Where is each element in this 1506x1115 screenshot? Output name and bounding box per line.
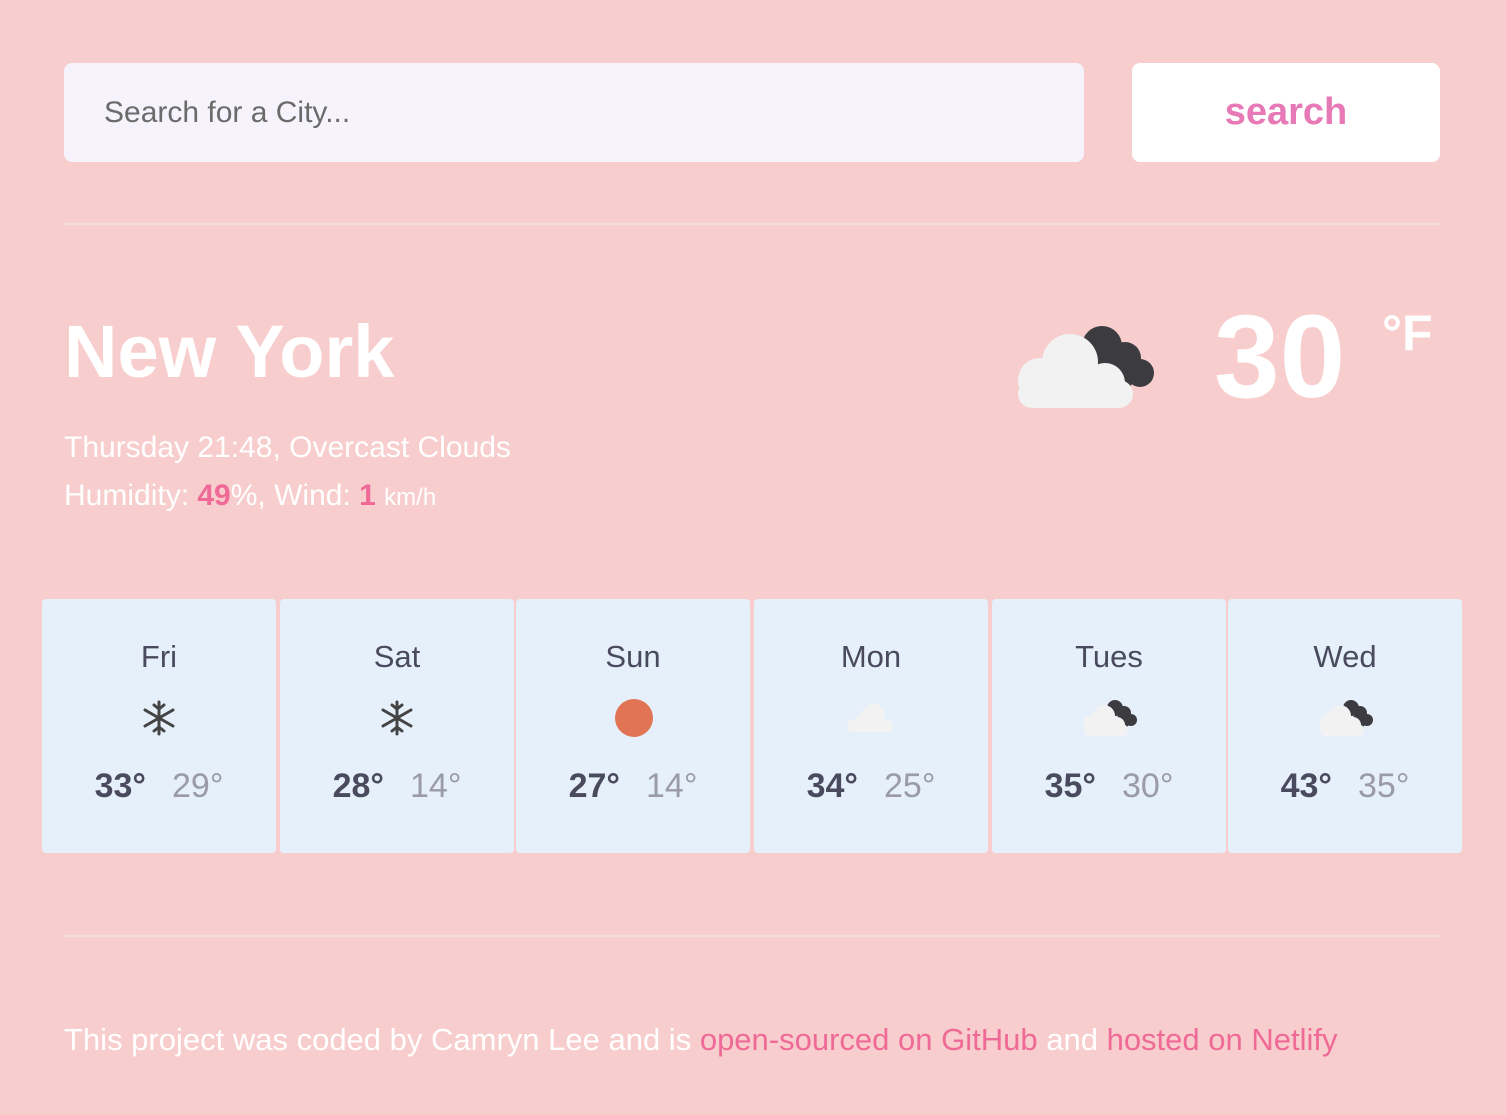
forecast-temps: 27° 14° <box>516 765 750 807</box>
weather-description: Overcast Clouds <box>289 431 511 464</box>
temp-max: 34° <box>806 767 858 805</box>
search-input[interactable] <box>64 63 1084 162</box>
top-divider <box>64 223 1440 225</box>
forecast-temps: 35° 30° <box>992 765 1226 807</box>
wind-unit: km/h <box>384 484 437 511</box>
temperature-unit[interactable]: °F <box>1382 305 1433 361</box>
broken-clouds-icon <box>1084 700 1137 736</box>
forecast-card: Sun 27° 14° <box>516 599 750 853</box>
broken-clouds-icon <box>1320 700 1373 736</box>
temp-max: 27° <box>568 767 620 805</box>
temp-min: 30° <box>1122 767 1174 805</box>
forecast-temps: 28° 14° <box>280 765 514 807</box>
humidity-value: 49 <box>197 479 231 512</box>
footer: This project was coded by Camryn Lee and… <box>64 1020 1338 1060</box>
search-form: search <box>64 63 1440 162</box>
temp-max: 35° <box>1044 767 1096 805</box>
temp-min: 14° <box>646 767 698 805</box>
forecast-temps: 33° 29° <box>42 765 276 807</box>
github-link[interactable]: open-sourced on GitHub <box>700 1022 1038 1057</box>
forecast-row: Fri 33° 29° Sat 28° 14° Sun 27° 14° Mon … <box>42 599 1462 853</box>
forecast-card: Fri 33° 29° <box>42 599 276 853</box>
forecast-day: Wed <box>1313 639 1377 674</box>
netlify-link[interactable]: hosted on Netlify <box>1107 1022 1338 1057</box>
day-time: Thursday 21:48, <box>64 431 281 464</box>
footer-and: and <box>1046 1022 1098 1057</box>
temp-min: 25° <box>884 767 936 805</box>
broken-clouds-icon <box>1018 326 1154 408</box>
humidity-label: Humidity: <box>64 479 190 512</box>
date-description-line: Thursday 21:48, Overcast Clouds <box>64 424 511 472</box>
forecast-card: Wed 43° 35° <box>1228 599 1462 853</box>
snow-icon <box>381 700 413 736</box>
forecast-day: Sun <box>605 639 661 674</box>
temp-max: 43° <box>1280 767 1332 805</box>
wind-value: 1 <box>359 479 376 512</box>
forecast-card: Mon 34° 25° <box>754 599 988 853</box>
snow-icon <box>143 700 175 736</box>
forecast-day: Fri <box>140 639 178 674</box>
forecast-day: Tues <box>1075 639 1143 674</box>
forecast-day: Mon <box>840 639 902 674</box>
forecast-card: Sat 28° 14° <box>280 599 514 853</box>
temp-min: 14° <box>410 767 462 805</box>
footer-text: This project was coded by Camryn Lee and… <box>64 1022 692 1057</box>
humidity-unit: %, <box>230 479 266 512</box>
forecast-day: Sat <box>373 639 421 674</box>
bottom-divider <box>64 935 1440 937</box>
temp-max: 28° <box>332 767 384 805</box>
humidity-wind-line: Humidity: 49%, Wind: 1 km/h <box>64 472 511 522</box>
forecast-card: Tues 35° 30° <box>992 599 1226 853</box>
forecast-temps: 34° 25° <box>754 765 988 807</box>
wind-label: Wind: <box>274 479 351 512</box>
temp-min: 29° <box>172 767 224 805</box>
temp-min: 35° <box>1358 767 1410 805</box>
cloud-icon <box>847 704 893 732</box>
weather-details: Thursday 21:48, Overcast Clouds Humidity… <box>64 424 511 522</box>
city-name: New York <box>64 310 395 393</box>
search-button[interactable]: search <box>1132 63 1440 162</box>
current-temperature: 30 <box>1214 291 1346 423</box>
forecast-temps: 43° 35° <box>1228 765 1462 807</box>
temp-max: 33° <box>94 767 146 805</box>
sun-icon <box>615 699 653 737</box>
